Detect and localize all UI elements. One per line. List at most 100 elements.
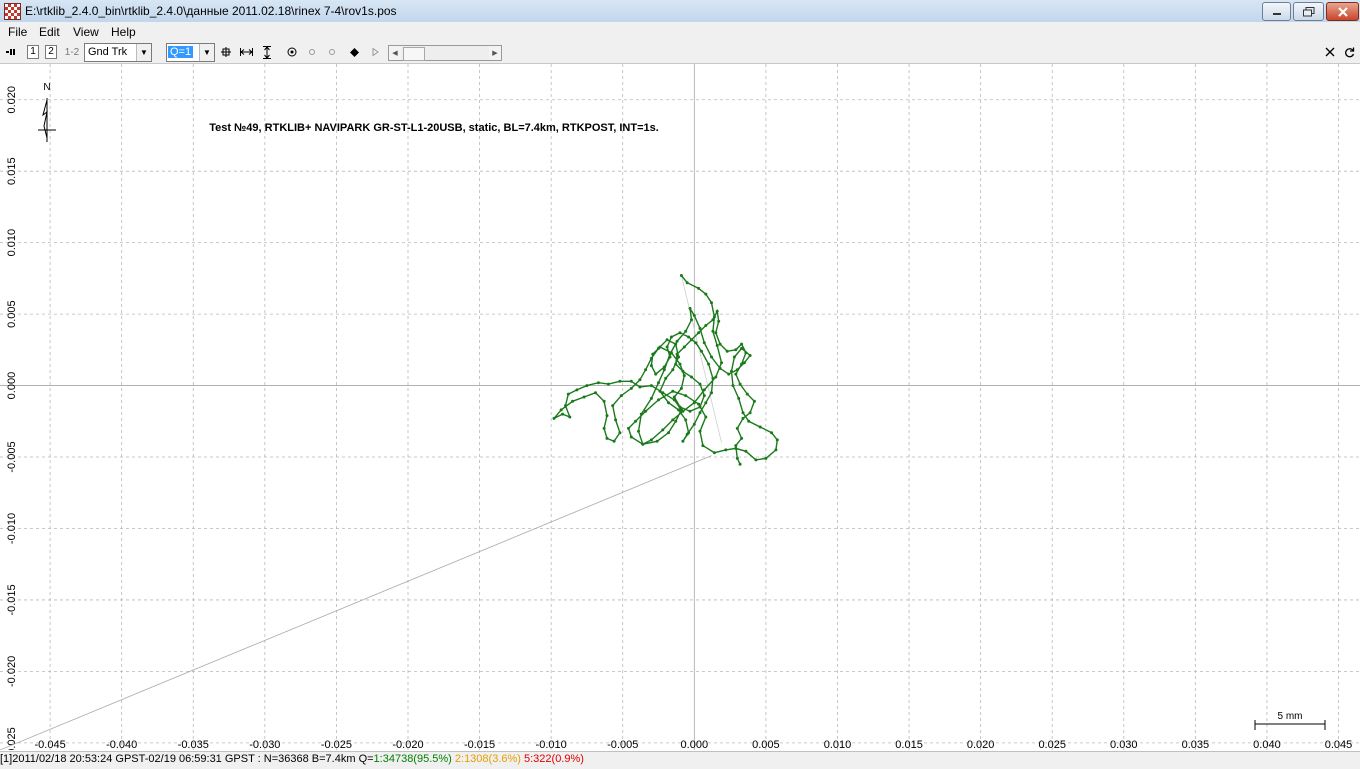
track-point <box>700 349 703 353</box>
x-tick-label: 0.010 <box>824 739 852 750</box>
track-point <box>634 419 638 423</box>
solution-2-button[interactable]: 2 <box>45 44 57 60</box>
track-point <box>664 376 668 380</box>
scroll-left-arrow-icon[interactable]: ◀ <box>389 46 401 60</box>
scale-label: 5 mm <box>1278 711 1303 722</box>
track-point <box>614 418 618 422</box>
track-point <box>667 401 670 405</box>
connect-icon[interactable] <box>5 44 17 60</box>
track-point <box>682 374 686 378</box>
track-point <box>697 331 701 335</box>
fit-icon[interactable] <box>220 44 232 60</box>
baseline-line <box>0 455 712 751</box>
track-point <box>571 399 575 403</box>
track-point <box>690 375 693 379</box>
track-point <box>747 419 751 423</box>
track-point <box>667 431 670 435</box>
track-point <box>740 342 744 346</box>
track-point <box>649 396 653 400</box>
center-origin-icon[interactable] <box>286 44 298 60</box>
close-button[interactable] <box>1326 2 1359 21</box>
ground-track-plot[interactable]: -0.045 -0.040 -0.035 -0.030 -0.025 -0.020 -0.0… <box>0 64 1360 758</box>
track-point <box>697 286 701 290</box>
track-point <box>669 335 673 339</box>
status-bar: [1]2011/02/18 20:53:24 GPST-02/19 06:59:… <box>0 751 1360 769</box>
menu-file[interactable]: File <box>8 25 27 39</box>
fit-horizontal-icon[interactable] <box>239 44 253 60</box>
track-point <box>639 412 643 416</box>
track-point <box>651 352 655 356</box>
track-point <box>740 362 744 366</box>
track-point <box>677 408 681 412</box>
track-point <box>619 394 623 398</box>
track-point <box>704 401 708 405</box>
track-point <box>744 449 748 453</box>
track-point <box>657 398 660 402</box>
track-point <box>552 416 556 420</box>
track-point <box>658 345 662 349</box>
track-point <box>714 375 718 379</box>
track-point <box>674 342 678 346</box>
fit-vertical-icon[interactable] <box>261 44 273 60</box>
toolbar: 1 2 1-2 Gnd Trk ▼ Q=1 ▼ ◀ ▶ <box>0 42 1360 64</box>
x-tick-label: -0.010 <box>536 739 567 750</box>
toggle-error-icon[interactable] <box>327 44 337 60</box>
track-point <box>611 404 615 408</box>
track-point <box>774 448 778 452</box>
menu-view[interactable]: View <box>73 25 99 39</box>
track-point <box>654 372 658 376</box>
plot-type-select[interactable]: Gnd Trk ▼ <box>84 43 152 62</box>
track-point <box>679 408 683 412</box>
track-point <box>585 384 589 388</box>
track-point <box>731 384 735 388</box>
plot-title: Test №49, RTKLIB+ NAVIPARK GR-ST-L1-20US… <box>209 122 659 134</box>
track-point <box>684 418 688 422</box>
track-point <box>672 395 676 399</box>
menu-edit[interactable]: Edit <box>39 25 60 39</box>
track-point <box>712 315 716 319</box>
track-point <box>740 346 744 350</box>
track-point <box>644 368 648 372</box>
play-icon[interactable] <box>370 44 380 60</box>
x-tick-label: -0.020 <box>392 739 423 750</box>
solution-1-label: 1 <box>27 45 39 59</box>
track-point <box>724 448 728 452</box>
tick-labels: -0.045 -0.040 -0.035 -0.030 -0.025 -0.020 -0.0… <box>6 86 1352 758</box>
solution-1-button[interactable]: 1 <box>27 44 39 60</box>
track-point <box>627 426 630 430</box>
track-point <box>764 456 768 460</box>
toggle-point-icon[interactable] <box>307 44 317 60</box>
track-point <box>770 431 774 435</box>
quality-select[interactable]: Q=1 ▼ <box>166 43 215 62</box>
minimize-button[interactable] <box>1262 2 1291 21</box>
track-point <box>662 365 666 369</box>
track-point <box>606 382 610 386</box>
track-point <box>718 342 722 346</box>
chevron-down-icon: ▼ <box>199 44 214 61</box>
x-tick-label: 0.035 <box>1182 739 1210 750</box>
track-point <box>744 351 748 355</box>
scroll-thumb[interactable] <box>403 47 425 61</box>
track-point <box>679 274 683 277</box>
x-tick-label: 0.030 <box>1110 739 1138 750</box>
track-point <box>742 361 746 365</box>
plot-area[interactable]: -0.045 -0.040 -0.035 -0.030 -0.025 -0.020 -0.0… <box>0 64 1360 758</box>
track-point <box>710 355 713 359</box>
track-point <box>692 422 696 426</box>
refresh-icon[interactable] <box>1343 44 1355 60</box>
track-point <box>641 442 645 446</box>
close-plot-icon[interactable] <box>1324 44 1336 60</box>
x-tick-label: -0.015 <box>464 739 495 750</box>
show-mark-icon[interactable] <box>348 44 360 60</box>
menu-help[interactable]: Help <box>111 25 136 39</box>
x-tick-label: -0.030 <box>249 739 280 750</box>
solution-1-2-button[interactable]: 1-2 <box>64 44 80 60</box>
restore-button[interactable] <box>1293 2 1324 21</box>
title-bar: E:\rtklib_2.4.0_bin\rtklib_2.4.0\данные … <box>0 0 1360 23</box>
track-point <box>748 354 752 357</box>
track-point <box>698 405 702 409</box>
track-point <box>649 438 653 442</box>
scroll-right-arrow-icon[interactable]: ▶ <box>489 46 501 60</box>
track-point <box>669 351 673 355</box>
time-scrollbar[interactable]: ◀ ▶ <box>388 45 502 61</box>
